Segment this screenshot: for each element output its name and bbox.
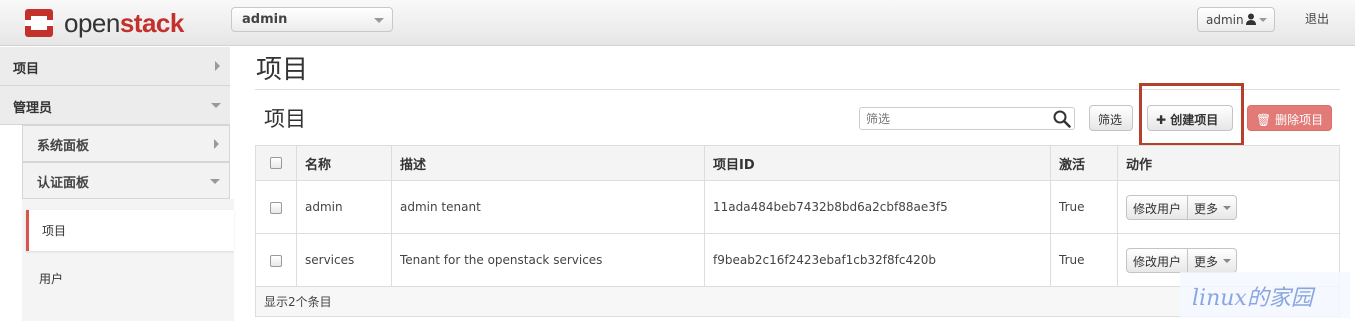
- sidebar-item-system-panel[interactable]: 系统面板: [22, 125, 230, 162]
- chevron-down-icon: [1223, 258, 1232, 263]
- delete-project-label: 删除项目: [1275, 113, 1324, 127]
- cell-enabled: True: [1050, 180, 1118, 234]
- cell-project-id: 11ada484beb7432b8bd6a2cbf88ae3f5: [704, 180, 1051, 234]
- cell-name: services: [296, 233, 392, 287]
- sidebar-item-label: 项目: [42, 224, 67, 238]
- sidebar-item-projects[interactable]: 项目: [26, 210, 234, 251]
- sidebar-item-label: 管理员: [13, 101, 53, 116]
- row-checkbox[interactable]: [270, 201, 282, 214]
- edit-users-button[interactable]: 修改用户: [1126, 247, 1189, 273]
- delete-project-button[interactable]: 🗑 删除项目: [1247, 105, 1332, 131]
- watermark: linux的家园: [1180, 272, 1350, 318]
- cell-actions: 修改用户 更多: [1117, 180, 1340, 234]
- column-header-name[interactable]: 名称: [296, 145, 392, 181]
- sidebar-item-users[interactable]: 用户: [26, 258, 234, 299]
- brand-name: openstack: [64, 7, 184, 38]
- user-menu-label: admin: [1206, 13, 1244, 27]
- cell-project-id: f9beab2c16f2423ebaf1cb32f8fc420b: [704, 233, 1051, 287]
- filter-button[interactable]: 筛选: [1089, 105, 1133, 131]
- project-select[interactable]: admin: [231, 7, 393, 32]
- projects-table: 名称 描述 项目ID 激活 动作 admin admin tenant 11ad…: [255, 145, 1340, 317]
- chevron-right-icon: [214, 138, 219, 149]
- table-header-row: 名称 描述 项目ID 激活 动作: [255, 145, 1340, 181]
- project-select-value: admin: [242, 12, 288, 27]
- select-all-checkbox[interactable]: [270, 157, 282, 169]
- highlight-annotation-box: [1139, 83, 1244, 146]
- cell-name: admin: [296, 180, 392, 234]
- trash-icon: 🗑: [1256, 113, 1272, 127]
- row-select-cell: [255, 180, 297, 234]
- user-icon: [1246, 13, 1256, 25]
- filter-input[interactable]: [859, 107, 1075, 130]
- chevron-down-icon: [210, 178, 220, 184]
- chevron-down-icon: [1223, 205, 1232, 210]
- table-title: 项目: [264, 107, 306, 131]
- row-checkbox[interactable]: [270, 254, 282, 267]
- column-header-project-id[interactable]: 项目ID: [704, 145, 1051, 181]
- sidebar-item-project[interactable]: 项目: [0, 47, 230, 86]
- sidebar-item-admin[interactable]: 管理员: [0, 86, 230, 125]
- column-header-actions: 动作: [1117, 145, 1340, 181]
- openstack-logo[interactable]: openstack: [24, 7, 184, 39]
- row-action-group: 修改用户 更多: [1126, 247, 1238, 273]
- logout-link[interactable]: 退出: [1305, 10, 1329, 27]
- more-actions-dropdown[interactable]: 更多: [1188, 194, 1238, 220]
- page-title: 项目: [256, 55, 309, 85]
- search-icon[interactable]: [1053, 110, 1071, 128]
- column-header-enabled[interactable]: 激活: [1050, 145, 1118, 181]
- chevron-down-icon: [211, 103, 221, 108]
- sidebar-item-label: 认证面板: [37, 176, 90, 191]
- sidebar-item-label: 项目: [13, 62, 40, 77]
- top-navbar: openstack admin admin 退出: [0, 0, 1355, 46]
- sidebar-item-label: 系统面板: [37, 139, 90, 154]
- table-row: admin admin tenant 11ada484beb7432b8bd6a…: [255, 180, 1340, 234]
- openstack-logo-icon: [25, 9, 53, 37]
- chevron-down-icon: [1259, 18, 1267, 22]
- column-header-description[interactable]: 描述: [391, 145, 705, 181]
- more-actions-label: 更多: [1194, 201, 1219, 216]
- more-actions-dropdown[interactable]: 更多: [1188, 247, 1238, 273]
- row-select-cell: [255, 233, 297, 287]
- more-actions-label: 更多: [1194, 254, 1219, 269]
- sidebar: 项目 管理员 系统面板 认证面板 项目 用户: [0, 47, 234, 331]
- cell-description: Tenant for the openstack services: [391, 233, 705, 287]
- table-footer-row: 显示2个条目: [255, 286, 1340, 317]
- sidebar-item-label: 用户: [39, 272, 64, 286]
- edit-users-button[interactable]: 修改用户: [1126, 194, 1189, 220]
- chevron-down-icon: [374, 18, 384, 23]
- row-action-group: 修改用户 更多: [1126, 194, 1238, 220]
- chevron-right-icon: [215, 61, 220, 71]
- cell-description: admin tenant: [391, 180, 705, 234]
- user-menu[interactable]: admin: [1197, 7, 1275, 32]
- select-all-cell: [255, 145, 297, 181]
- table-footer-count: 显示2个条目: [255, 286, 1340, 317]
- sidebar-item-identity-panel[interactable]: 认证面板: [22, 162, 230, 199]
- cell-enabled: True: [1050, 233, 1118, 287]
- table-row: services Tenant for the openstack servic…: [255, 233, 1340, 287]
